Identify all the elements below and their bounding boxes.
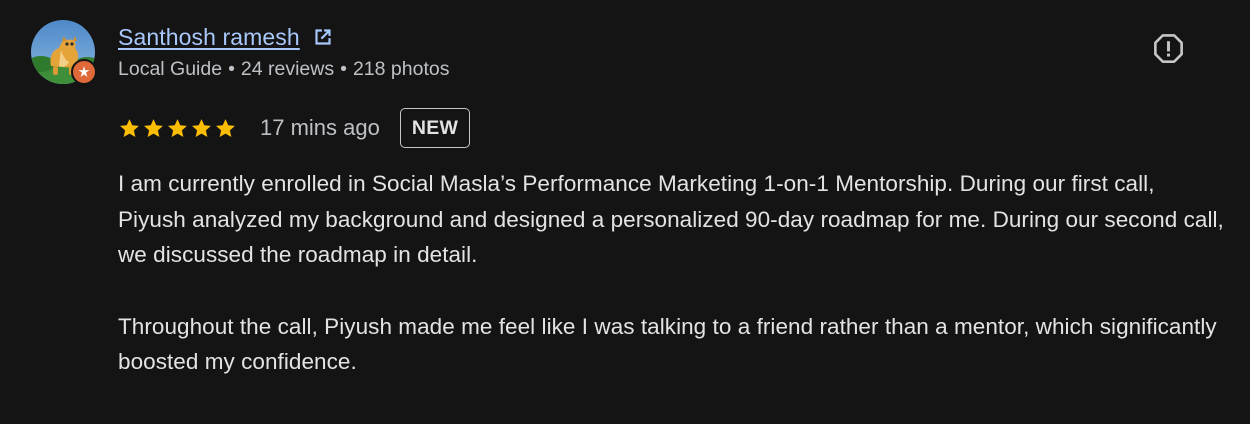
open-in-new-icon[interactable] (310, 24, 336, 50)
local-guide-label: Local Guide (118, 57, 223, 80)
author-meta: Local Guide • 24 reviews • 218 photos (118, 56, 449, 82)
star-rating (118, 117, 237, 140)
meta-separator: • (340, 57, 347, 80)
review-paragraph: Throughout the call, Piyush made me feel… (118, 313, 1217, 375)
star-filled-icon (216, 118, 235, 137)
author-row: Santhosh ramesh (118, 22, 336, 52)
new-badge: NEW (399, 108, 471, 148)
avatar[interactable] (31, 20, 97, 86)
review-card: Santhosh ramesh Local Guide • 24 reviews… (0, 0, 1250, 424)
rating-row: 17 mins ago NEW (118, 107, 471, 149)
star-filled-icon (168, 118, 187, 137)
photo-count: 218 photos (352, 57, 450, 80)
meta-separator: • (228, 57, 235, 80)
star-filled-icon (120, 118, 139, 137)
review-count: 24 reviews (240, 57, 335, 80)
review-paragraph: I am currently enrolled in Social Masla’… (118, 171, 1224, 267)
review-time: 17 mins ago (260, 115, 380, 140)
star-filled-icon (144, 118, 163, 137)
review-text: I am currently enrolled in Social Masla’… (118, 166, 1228, 416)
report-flag-icon[interactable] (1151, 31, 1186, 66)
local-guide-badge-icon (71, 59, 97, 85)
author-name-link[interactable]: Santhosh ramesh (118, 24, 300, 51)
star-filled-icon (192, 118, 211, 137)
